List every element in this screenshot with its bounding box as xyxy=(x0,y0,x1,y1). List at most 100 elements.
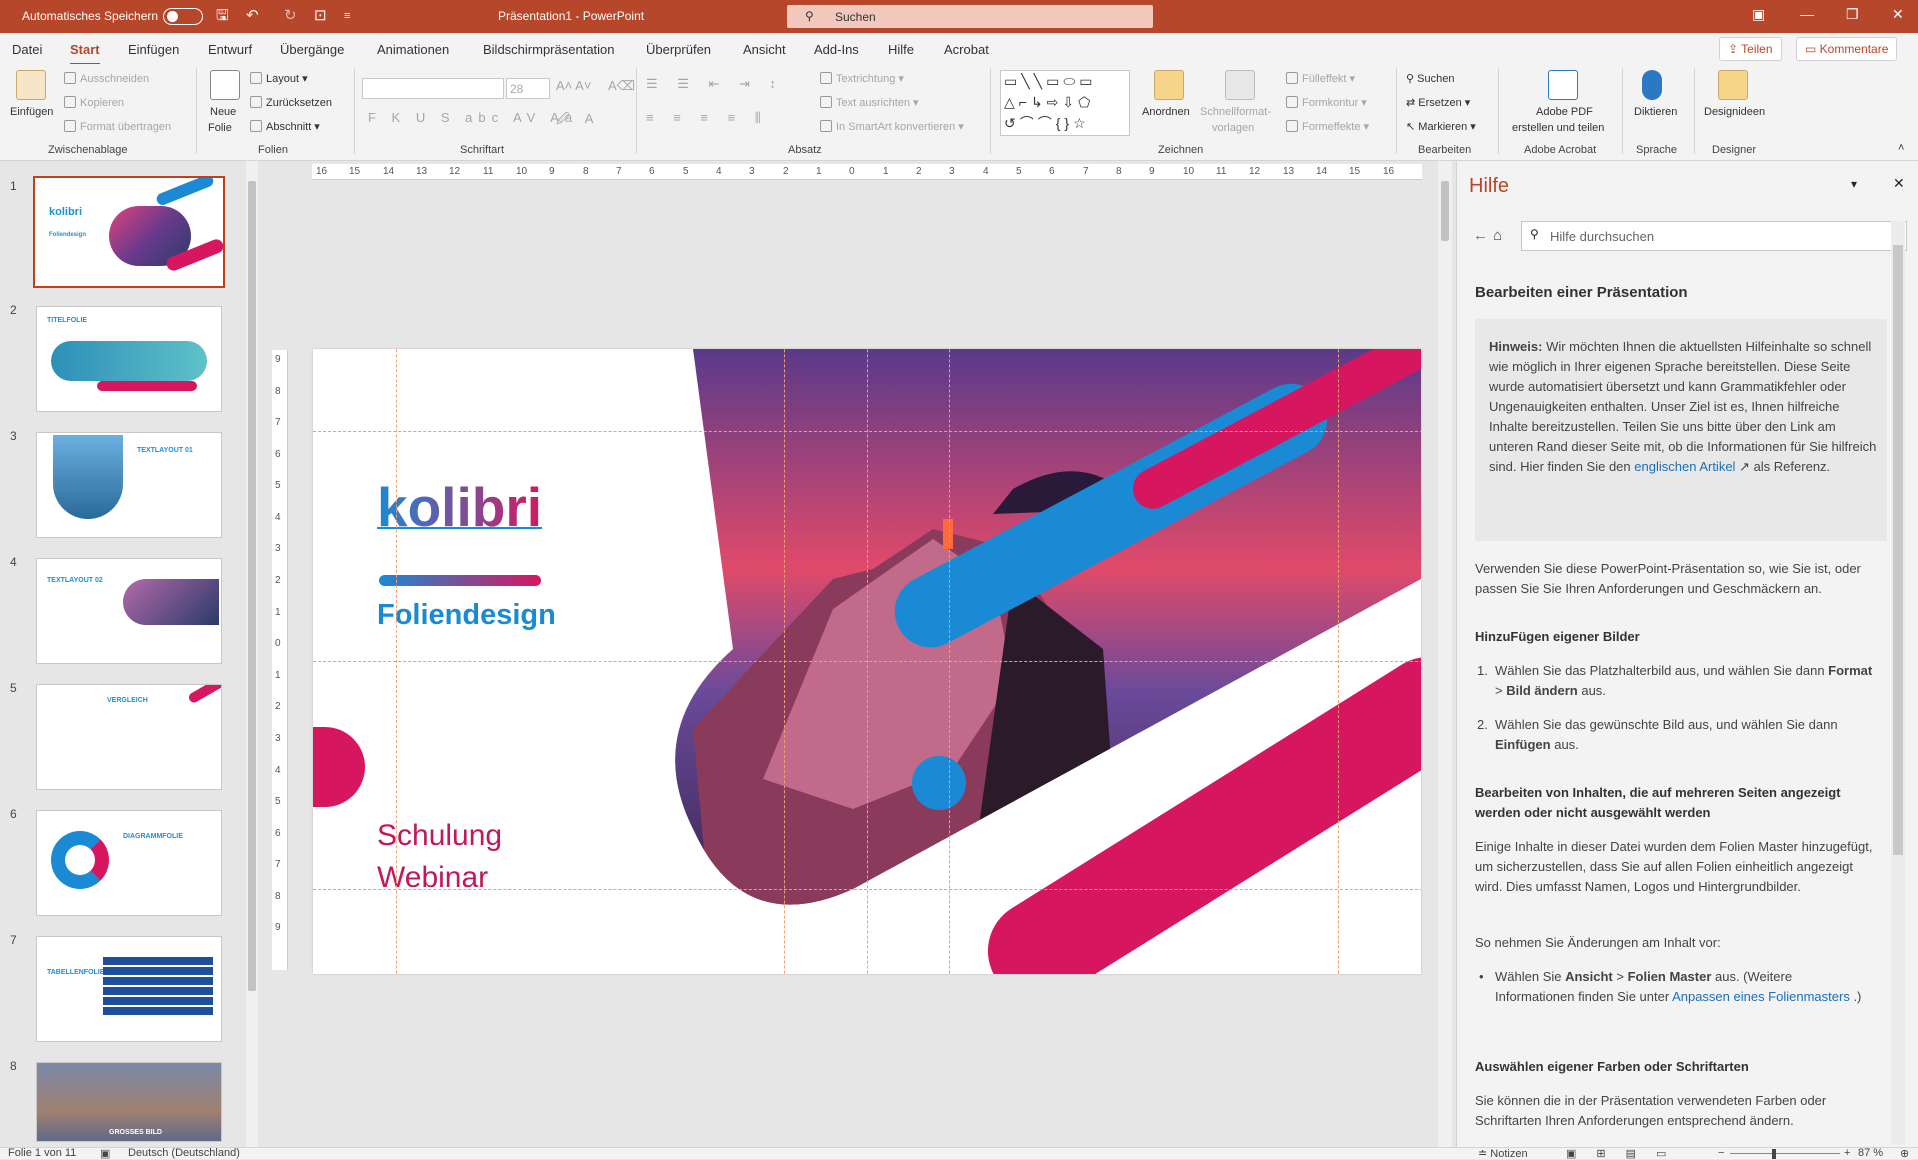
clear-format-icon[interactable]: A⌫ xyxy=(608,78,635,94)
select-button[interactable]: ↖ Markieren ▾ xyxy=(1406,120,1476,133)
thumbnail-slide-1[interactable]: kolibri Foliendesign xyxy=(33,176,225,288)
tab-ansicht[interactable]: Ansicht xyxy=(743,42,786,57)
quick-styles-label-1[interactable]: Schnellformat- xyxy=(1200,106,1271,118)
replace-button[interactable]: ⇄ Ersetzen ▾ xyxy=(1406,96,1470,109)
format-painter-button[interactable]: Format übertragen xyxy=(64,120,171,133)
reset-button[interactable]: Zurücksetzen xyxy=(250,96,332,109)
adobe-pdf-icon[interactable] xyxy=(1548,70,1578,100)
thumbnail-slide-5[interactable]: VERGLEICH xyxy=(36,684,222,790)
help-search-input[interactable]: ⚲ Hilfe durchsuchen xyxy=(1521,221,1907,251)
paste-button[interactable]: Einfügen xyxy=(10,106,53,118)
highlight-color-icons[interactable]: 🖉 A xyxy=(556,110,599,132)
tab-ueberpruefen[interactable]: Überprüfen xyxy=(646,42,711,57)
thumbnail-scrollbar[interactable] xyxy=(246,161,258,1147)
tab-acrobat[interactable]: Acrobat xyxy=(944,42,989,57)
tab-datei[interactable]: Datei xyxy=(12,42,42,57)
font-family-dropdown[interactable] xyxy=(362,78,504,99)
adobe-pdf-label-2[interactable]: erstellen und teilen xyxy=(1512,122,1604,134)
ribbon-display-icon[interactable]: ▣ xyxy=(1752,6,1765,23)
new-slide-label-1[interactable]: Neue xyxy=(210,106,236,118)
tab-start[interactable]: Start xyxy=(70,42,100,66)
adobe-pdf-label-1[interactable]: Adobe PDF xyxy=(1536,106,1593,118)
english-article-link[interactable]: englischen Artikel xyxy=(1634,459,1735,474)
thumbnail-slide-8[interactable]: GROSSES BILD xyxy=(36,1062,222,1142)
search-box[interactable]: ⚲ Suchen xyxy=(787,5,1153,28)
customize-qat-icon[interactable]: ≡ xyxy=(344,7,350,25)
thumbnail-slide-7[interactable]: TABELLENFOLIE xyxy=(36,936,222,1042)
close-icon[interactable]: ✕ xyxy=(1892,6,1904,23)
microphone-icon[interactable] xyxy=(1642,70,1662,100)
tab-hilfe[interactable]: Hilfe xyxy=(888,42,914,57)
zoom-slider-thumb[interactable] xyxy=(1772,1149,1776,1159)
shape-fill-button[interactable]: Fülleffekt ▾ xyxy=(1286,72,1355,85)
new-slide-icon[interactable] xyxy=(210,70,240,100)
new-slide-label-2[interactable]: Folie xyxy=(208,122,232,134)
redo-icon[interactable]: ↻ xyxy=(284,7,297,25)
thumbnail-slide-6[interactable]: DIAGRAMMFOLIE xyxy=(36,810,222,916)
restore-icon[interactable]: ❐ xyxy=(1846,6,1859,23)
view-buttons[interactable]: ▣⊞▤▭ xyxy=(1566,1147,1686,1160)
arrange-button[interactable]: Anordnen xyxy=(1142,106,1190,118)
thumbnail-slide-3[interactable]: TEXTLAYOUT 01 xyxy=(36,432,222,538)
cut-button[interactable]: Ausschneiden xyxy=(64,72,149,85)
find-button[interactable]: ⚲ Suchen xyxy=(1406,72,1454,85)
slide-canvas[interactable]: kolibri Foliendesign Schulung Webinar xyxy=(313,349,1421,974)
autosave-toggle[interactable] xyxy=(163,8,203,25)
shapes-gallery[interactable]: ▭╲╲▭⬭▭ △⌐↳⇨⇩⬠ ↺⌒⌒{}☆ xyxy=(1000,70,1130,136)
tab-addins[interactable]: Add-Ins xyxy=(814,42,859,57)
presentation-icon[interactable]: ⊡ xyxy=(314,7,327,25)
comments-button[interactable]: ▭ Kommentare xyxy=(1796,37,1898,61)
scrollbar-thumb[interactable] xyxy=(248,181,256,991)
scrollbar-thumb[interactable] xyxy=(1441,181,1449,241)
list-icons[interactable]: ☰ ☰ ⇤ ⇥ ↕ xyxy=(646,76,784,92)
folienmaster-link[interactable]: Anpassen eines Folienmasters xyxy=(1672,989,1850,1004)
back-icon[interactable]: ← xyxy=(1473,227,1488,244)
pane-options-icon[interactable]: ▾ xyxy=(1851,177,1857,191)
help-scrollbar[interactable] xyxy=(1891,221,1905,1145)
align-icons[interactable]: ≡ ≡ ≡ ≡ ⫼ xyxy=(646,110,769,126)
share-button[interactable]: ⇪ Teilen xyxy=(1719,37,1782,61)
zoom-level[interactable]: 87 % xyxy=(1858,1147,1883,1159)
language-indicator[interactable]: Deutsch (Deutschland) xyxy=(128,1147,240,1159)
tab-animationen[interactable]: Animationen xyxy=(377,42,449,57)
notes-button[interactable]: ≐ Notizen xyxy=(1478,1147,1528,1160)
slide-brand-title[interactable]: kolibri xyxy=(377,475,542,539)
paste-icon[interactable] xyxy=(16,70,46,100)
slide-subtitle[interactable]: Foliendesign xyxy=(377,599,556,632)
text-direction-button[interactable]: Textrichtung ▾ xyxy=(820,72,904,85)
grow-font-icon[interactable]: A˄ A˅ xyxy=(556,78,591,93)
collapse-ribbon-icon[interactable]: ˄ xyxy=(1898,142,1904,154)
copy-button[interactable]: Kopieren xyxy=(64,96,124,109)
close-pane-icon[interactable]: ✕ xyxy=(1893,175,1905,192)
quick-styles-icon[interactable] xyxy=(1225,70,1255,100)
canvas-scrollbar[interactable] xyxy=(1438,161,1452,1147)
tab-entwurf[interactable]: Entwurf xyxy=(208,42,252,57)
thumbnail-slide-4[interactable]: TEXTLAYOUT 02 xyxy=(36,558,222,664)
scrollbar-thumb[interactable] xyxy=(1893,245,1903,855)
quick-styles-label-2[interactable]: vorlagen xyxy=(1212,122,1254,134)
tab-bildschirmpraesentation[interactable]: Bildschirmpräsentation xyxy=(483,42,615,57)
layout-button[interactable]: Layout ▾ xyxy=(250,72,308,85)
zoom-slider[interactable] xyxy=(1730,1153,1840,1154)
smartart-button[interactable]: In SmartArt konvertieren ▾ xyxy=(820,120,964,133)
arrange-icon[interactable] xyxy=(1154,70,1184,100)
shape-outline-button[interactable]: Formkontur ▾ xyxy=(1286,96,1367,109)
font-style-icons[interactable]: F K U S abc AV Aa xyxy=(368,110,578,125)
section-button[interactable]: Abschnitt ▾ xyxy=(250,120,320,133)
font-size-dropdown[interactable]: 28 xyxy=(506,78,550,99)
zoom-in-icon[interactable]: + xyxy=(1844,1147,1850,1159)
align-text-button[interactable]: Text ausrichten ▾ xyxy=(820,96,919,109)
save-icon[interactable]: 🖫 xyxy=(216,7,229,25)
designer-icon[interactable] xyxy=(1718,70,1748,100)
tab-uebergaenge[interactable]: Übergänge xyxy=(280,42,344,57)
spellcheck-icon[interactable]: ▣ xyxy=(100,1147,110,1160)
thumbnail-slide-2[interactable]: TITELFOLIE xyxy=(36,306,222,412)
undo-icon[interactable]: ↶ xyxy=(246,7,259,25)
zoom-out-icon[interactable]: − xyxy=(1718,1147,1724,1159)
home-icon[interactable]: ⌂ xyxy=(1493,227,1502,244)
fit-slide-icon[interactable]: ⊕ xyxy=(1900,1147,1909,1160)
tab-einfuegen[interactable]: Einfügen xyxy=(128,42,179,57)
design-ideas-button[interactable]: Designideen xyxy=(1704,106,1765,118)
dictate-button[interactable]: Diktieren xyxy=(1634,106,1677,118)
shape-effects-button[interactable]: Formeffekte ▾ xyxy=(1286,120,1369,133)
